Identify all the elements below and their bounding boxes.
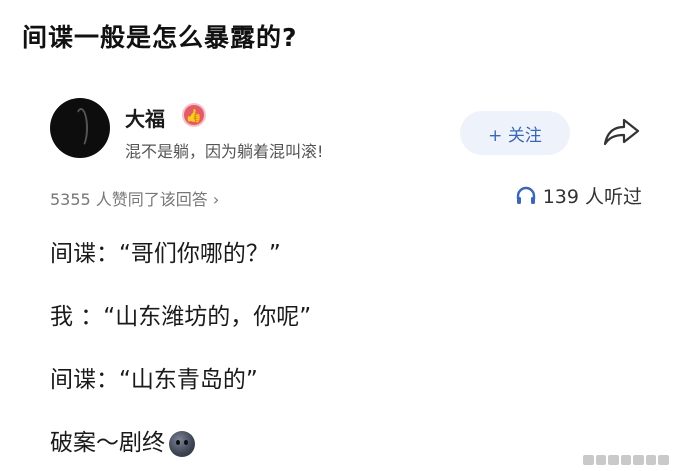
listen-count[interactable]: 139 人听过 xyxy=(515,182,642,209)
watermark xyxy=(583,455,670,465)
follow-label: + 关注 xyxy=(488,125,542,146)
answer-card: 大福 👍 混不是躺，因为躺着混叫滚! + 关注 5355 人赞同了该回答 › 1… xyxy=(22,76,662,466)
author-name[interactable]: 大福 xyxy=(125,103,165,132)
avatar-glow xyxy=(74,108,88,148)
follow-button[interactable]: + 关注 xyxy=(460,111,570,155)
share-arrow-icon[interactable] xyxy=(602,114,642,148)
content-line-4: 破案～剧终 xyxy=(50,423,195,457)
author-bio: 混不是躺，因为躺着混叫滚! xyxy=(125,142,324,161)
moon-face-emoji-icon xyxy=(169,430,195,457)
headphone-icon xyxy=(516,186,535,204)
likes-count[interactable]: 5355 人赞同了该回答 › xyxy=(50,186,219,210)
page-title: 间谍一般是怎么暴露的? xyxy=(22,23,298,52)
content-line-1: 间谍：“哥们你哪的？” xyxy=(50,241,281,267)
content-line-4-text: 破案～剧终 xyxy=(50,430,165,456)
thumbs-up-badge-icon: 👍 xyxy=(182,103,206,127)
content-line-2: 我 ：“山东潍坊的，你呢” xyxy=(50,304,312,330)
avatar[interactable] xyxy=(50,98,110,158)
content-line-3: 间谍：“山东青岛的” xyxy=(50,367,258,393)
listen-text: 139 人听过 xyxy=(542,186,642,208)
